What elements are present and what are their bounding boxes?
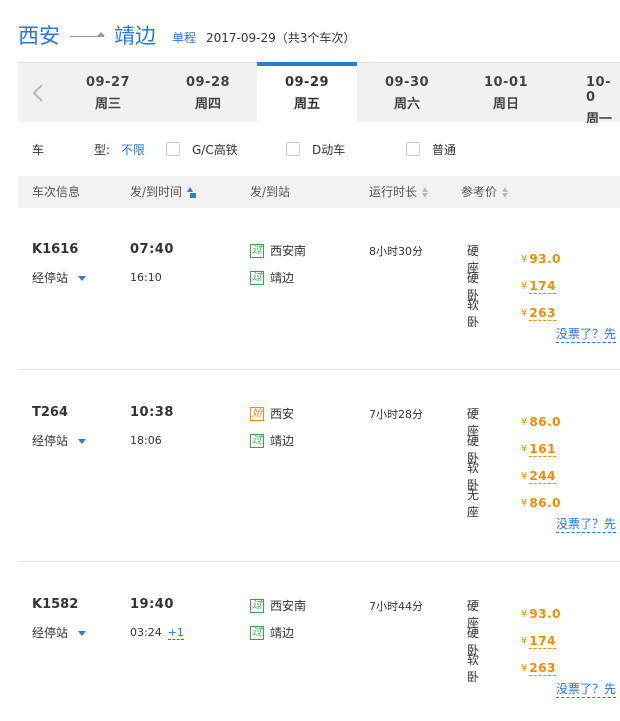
departure-time: 19:40 xyxy=(130,597,174,612)
arrival-time: 03:24 +1 xyxy=(130,626,184,640)
duration: 7小时28分 xyxy=(369,408,423,421)
trip-type[interactable]: 单程 xyxy=(172,29,196,46)
duration: 8小时30分 xyxy=(369,245,423,258)
date-tab[interactable]: 09-30 周六 xyxy=(357,63,457,123)
table-row[interactable]: K1616 经停站 07:40 16:10 过西安南 过靖边 8小时30分 硬座… xyxy=(18,208,620,370)
table-row[interactable]: K1582 经停站 19:40 03:24 +1 过西安南 过靖边 7小时44分 … xyxy=(18,562,620,721)
next-day-badge[interactable]: +1 xyxy=(167,626,184,640)
seat-price: 软卧 ¥263 xyxy=(467,298,556,329)
train-number[interactable]: T264 xyxy=(32,405,68,420)
pass-icon: 过 xyxy=(250,270,264,285)
checkbox-icon xyxy=(286,142,300,156)
seat-price: 无座 ¥86.0 xyxy=(467,488,561,519)
checkbox-icon xyxy=(166,142,180,156)
chevron-left-icon xyxy=(32,84,43,102)
col-time[interactable]: 发/到时间 xyxy=(130,176,196,208)
filter-d-checkbox[interactable]: D动车 xyxy=(286,141,345,158)
origin-icon: 始 xyxy=(250,406,264,421)
filter-gc-checkbox[interactable]: G/C高铁 xyxy=(166,141,238,158)
table-row[interactable]: T264 经停站 10:38 18:06 始西安 过靖边 7小时28分 硬座 ¥8… xyxy=(18,370,620,562)
date-tab[interactable]: 09-28 周四 xyxy=(158,63,258,123)
col-price[interactable]: 参考价 xyxy=(461,176,509,208)
from-city[interactable]: 西安 xyxy=(18,20,60,50)
duration: 7小时44分 xyxy=(369,600,423,613)
date-tab-bar: 09-27 周三 09-28 周四 09-29 周五 09-30 周六 10-0… xyxy=(18,62,620,123)
col-station: 发/到站 xyxy=(250,185,291,199)
filter-normal-checkbox[interactable]: 普通 xyxy=(406,141,456,158)
pass-icon: 过 xyxy=(250,243,264,258)
stops-toggle[interactable]: 经停站 xyxy=(32,432,87,449)
checkbox-icon xyxy=(406,142,420,156)
train-number[interactable]: K1582 xyxy=(32,597,78,612)
arrival-station: 过靖边 xyxy=(250,625,295,640)
date-tab[interactable]: 10-0 周一 xyxy=(556,63,620,123)
prev-dates-button[interactable] xyxy=(18,63,58,123)
departure-station: 始西安 xyxy=(250,406,295,421)
to-city[interactable]: 靖边 xyxy=(114,20,156,50)
arrival-station: 过靖边 xyxy=(250,270,295,285)
seat-price: 软卧 ¥263 xyxy=(467,653,556,684)
sort-asc-icon xyxy=(187,186,196,198)
departure-station: 过西安南 xyxy=(250,243,307,258)
arrival-time: 18:06 xyxy=(130,434,162,447)
arrival-station: 过靖边 xyxy=(250,433,295,448)
caret-down-icon xyxy=(78,439,87,444)
stops-toggle[interactable]: 经停站 xyxy=(32,624,87,641)
train-number[interactable]: K1616 xyxy=(32,242,78,257)
sold-out-link[interactable]: 没票了？先 xyxy=(556,680,617,698)
filter-label-suffix: 型: xyxy=(94,142,111,157)
date-tab[interactable]: 10-01 周日 xyxy=(456,63,556,123)
route-arrow-icon xyxy=(70,31,105,37)
pass-icon: 过 xyxy=(250,625,264,640)
pass-icon: 过 xyxy=(250,598,264,613)
filter-label: 车 xyxy=(32,142,45,157)
sold-out-link[interactable]: 没票了？先 xyxy=(556,325,617,343)
sort-icon xyxy=(502,186,509,198)
filter-any[interactable]: 不限 xyxy=(121,141,145,158)
departure-station: 过西安南 xyxy=(250,598,307,613)
sold-out-link[interactable]: 没票了？先 xyxy=(556,515,617,533)
date-tab-active[interactable]: 09-29 周五 xyxy=(257,62,357,123)
table-header: 车次信息 发/到时间 发/到站 运行时长 参考价 xyxy=(18,176,620,208)
caret-down-icon xyxy=(78,631,87,636)
col-train: 车次信息 xyxy=(32,185,81,199)
col-duration[interactable]: 运行时长 xyxy=(369,176,429,208)
stops-toggle[interactable]: 经停站 xyxy=(32,269,87,286)
route-header: 西安 靖边 单程 2017-09-29（共3个车次） xyxy=(18,20,355,50)
departure-time: 07:40 xyxy=(130,242,174,257)
train-type-filter: 车 型: 不限 G/C高铁 D动车 普通 xyxy=(18,134,620,164)
caret-down-icon xyxy=(78,276,87,281)
sort-icon xyxy=(422,186,429,198)
pass-icon: 过 xyxy=(250,433,264,448)
departure-time: 10:38 xyxy=(130,405,174,420)
date-tab[interactable]: 09-27 周三 xyxy=(58,63,158,123)
arrival-time: 16:10 xyxy=(130,271,162,284)
result-summary: 2017-09-29（共3个车次） xyxy=(206,30,356,45)
